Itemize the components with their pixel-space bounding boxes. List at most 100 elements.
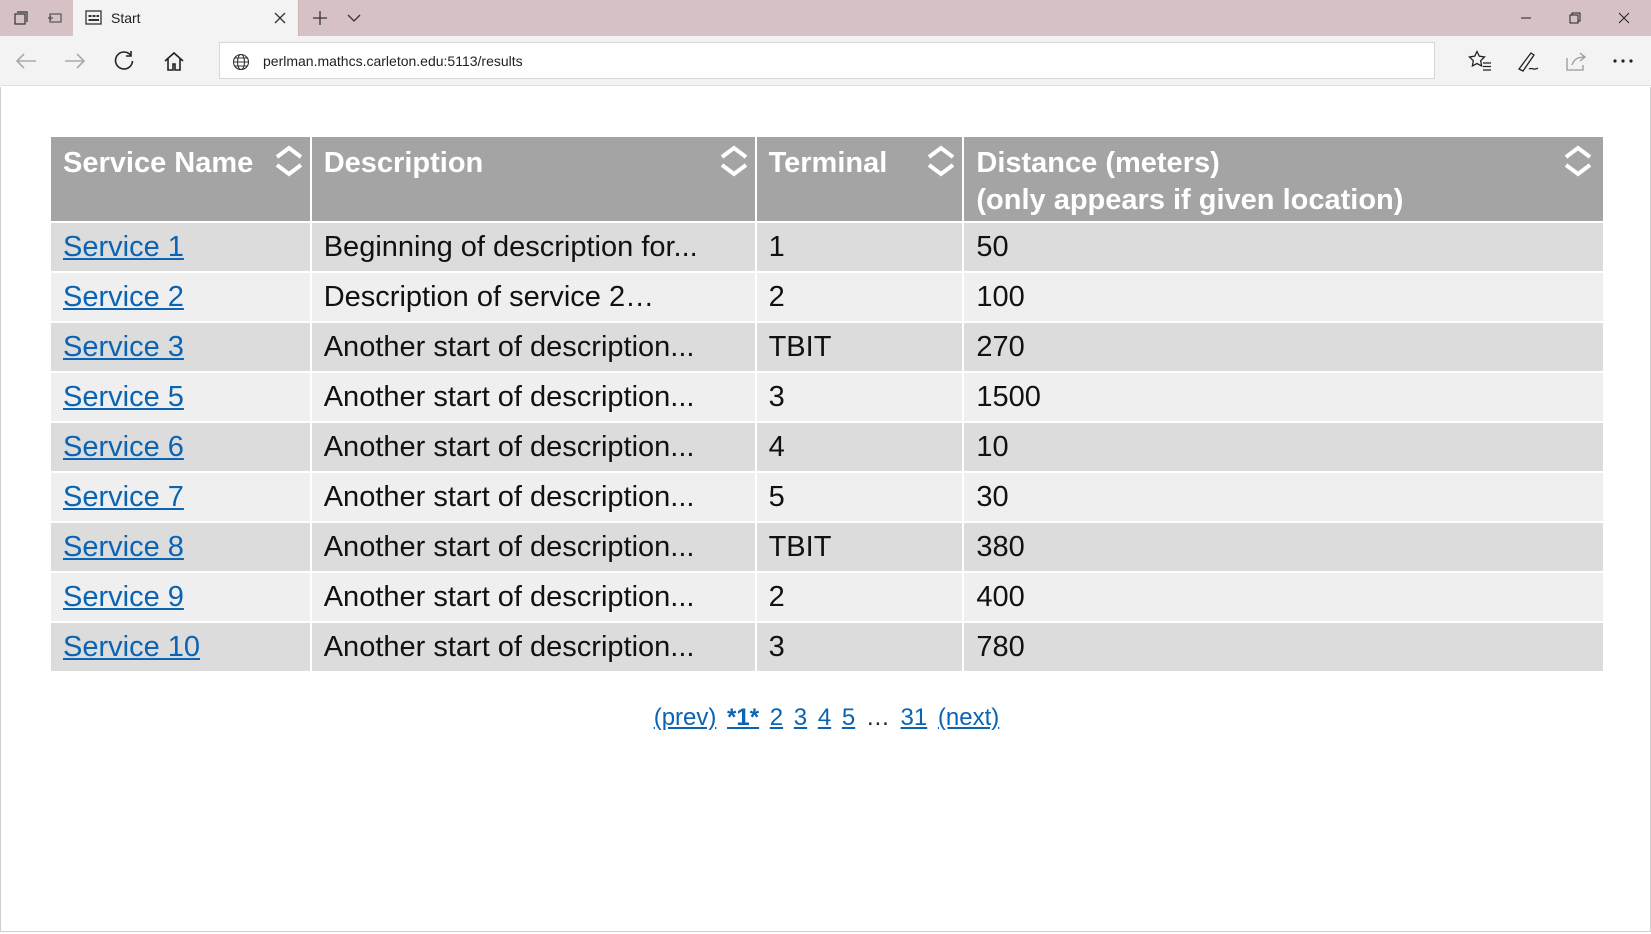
table-row: Service 5 Another start of description..… [51, 373, 1603, 421]
description-cell: Another start of description... [311, 373, 755, 421]
page-link[interactable]: 3 [794, 704, 807, 731]
terminal-cell: 1 [756, 223, 963, 271]
distance-cell: 780 [964, 623, 1603, 671]
description-cell: Beginning of description for... [311, 223, 755, 271]
page-link[interactable]: 2 [770, 704, 783, 731]
sort-icon[interactable] [719, 143, 749, 179]
description-cell: Another start of description... [311, 623, 755, 671]
prev-page-link[interactable]: (prev) [654, 704, 717, 731]
description-cell: Another start of description... [311, 423, 755, 471]
terminal-cell: 2 [756, 573, 963, 621]
page-icon [85, 10, 102, 30]
header-distance-label: Distance (meters) [976, 147, 1220, 179]
service-link[interactable]: Service 1 [63, 231, 184, 263]
table-row: Service 6 Another start of description..… [51, 423, 1603, 471]
table-row: Service 8 Another start of description..… [51, 523, 1603, 571]
service-name-cell: Service 9 [51, 573, 310, 621]
service-name-cell: Service 8 [51, 523, 310, 571]
service-name-cell: Service 6 [51, 423, 310, 471]
tab-preview-chevron-icon[interactable] [340, 0, 368, 36]
close-tab-icon[interactable] [270, 8, 290, 28]
terminal-cell: 5 [756, 473, 963, 521]
header-distance[interactable]: Distance (meters) (only appears if given… [964, 137, 1603, 221]
terminal-cell: 3 [756, 623, 963, 671]
address-bar[interactable]: perlman.mathcs.carleton.edu:5113/results [219, 42, 1435, 79]
sort-icon[interactable] [274, 143, 304, 179]
url-text: perlman.mathcs.carleton.edu:5113/results [263, 53, 523, 69]
service-link[interactable]: Service 10 [63, 631, 200, 663]
header-description-label: Description [323, 147, 484, 179]
description-cell: Another start of description... [311, 523, 755, 571]
description-cell: Another start of description... [311, 473, 755, 521]
next-page-link[interactable]: (next) [938, 704, 999, 731]
service-name-cell: Service 7 [51, 473, 310, 521]
description-cell: Another start of description... [311, 323, 755, 371]
service-name-cell: Service 1 [51, 223, 310, 271]
service-link[interactable]: Service 7 [63, 481, 184, 513]
table-row: Service 3 Another start of description..… [51, 323, 1603, 371]
header-terminal-label: Terminal [768, 147, 888, 179]
sort-icon[interactable] [926, 143, 956, 179]
service-link[interactable]: Service 5 [63, 381, 184, 413]
distance-cell: 400 [964, 573, 1603, 621]
header-terminal[interactable]: Terminal [756, 137, 963, 221]
forward-icon[interactable] [57, 43, 93, 79]
distance-cell: 10 [964, 423, 1603, 471]
page-content: Service Name Description Terminal Distan… [0, 87, 1651, 932]
terminal-cell: TBIT [756, 323, 963, 371]
header-service-name[interactable]: Service Name [51, 137, 310, 221]
service-link[interactable]: Service 2 [63, 281, 184, 313]
distance-cell: 380 [964, 523, 1603, 571]
back-icon[interactable] [8, 43, 44, 79]
service-link[interactable]: Service 9 [63, 581, 184, 613]
terminal-cell: 3 [756, 373, 963, 421]
service-link[interactable]: Service 6 [63, 431, 184, 463]
distance-cell: 30 [964, 473, 1603, 521]
table-row: Service 9 Another start of description..… [51, 573, 1603, 621]
navigation-bar: perlman.mathcs.carleton.edu:5113/results [0, 36, 1651, 86]
terminal-cell: 4 [756, 423, 963, 471]
tab-manager-icon[interactable] [6, 0, 36, 36]
pagination: (prev) *1* 2 3 4 5 … 31 (next) [1, 704, 1651, 732]
refresh-icon[interactable] [106, 43, 142, 79]
description-cell: Description of service 2… [311, 273, 755, 321]
terminal-cell: 2 [756, 273, 963, 321]
home-icon[interactable] [156, 43, 192, 79]
favorites-star-icon[interactable] [1462, 43, 1498, 79]
header-description[interactable]: Description [311, 137, 755, 221]
set-aside-tabs-icon[interactable] [40, 0, 70, 36]
service-name-cell: Service 10 [51, 623, 310, 671]
service-link[interactable]: Service 3 [63, 331, 184, 363]
table-row: Service 7 Another start of description..… [51, 473, 1603, 521]
new-tab-icon[interactable] [306, 0, 334, 36]
tab-start[interactable]: Start [73, 0, 299, 37]
header-service-name-label: Service Name [63, 147, 254, 179]
distance-cell: 50 [964, 223, 1603, 271]
restore-icon[interactable] [1551, 0, 1599, 36]
sort-icon[interactable] [1563, 143, 1593, 179]
tab-title: Start [111, 10, 141, 26]
minimize-icon[interactable] [1502, 0, 1550, 36]
title-bar: Start [0, 0, 1651, 37]
share-icon[interactable] [1558, 43, 1594, 79]
close-window-icon[interactable] [1600, 0, 1648, 36]
distance-cell: 270 [964, 323, 1603, 371]
table-row: Service 10 Another start of description.… [51, 623, 1603, 671]
distance-cell: 100 [964, 273, 1603, 321]
distance-cell: 1500 [964, 373, 1603, 421]
last-page-link[interactable]: 31 [901, 704, 928, 731]
service-link[interactable]: Service 8 [63, 531, 184, 563]
table-header-row: Service Name Description Terminal Distan… [51, 137, 1603, 221]
page-link[interactable]: 5 [842, 704, 855, 731]
table-row: Service 2 Description of service 2… 2 10… [51, 273, 1603, 321]
page-link[interactable]: 4 [818, 704, 831, 731]
results-table: Service Name Description Terminal Distan… [49, 135, 1605, 673]
terminal-cell: TBIT [756, 523, 963, 571]
service-name-cell: Service 5 [51, 373, 310, 421]
service-name-cell: Service 3 [51, 323, 310, 371]
pagination-ellipsis: … [865, 704, 890, 731]
current-page-link[interactable]: *1* [727, 704, 759, 731]
pen-icon[interactable] [1510, 43, 1546, 79]
more-options-icon[interactable] [1605, 43, 1641, 79]
header-distance-note: (only appears if given location) [976, 184, 1404, 216]
